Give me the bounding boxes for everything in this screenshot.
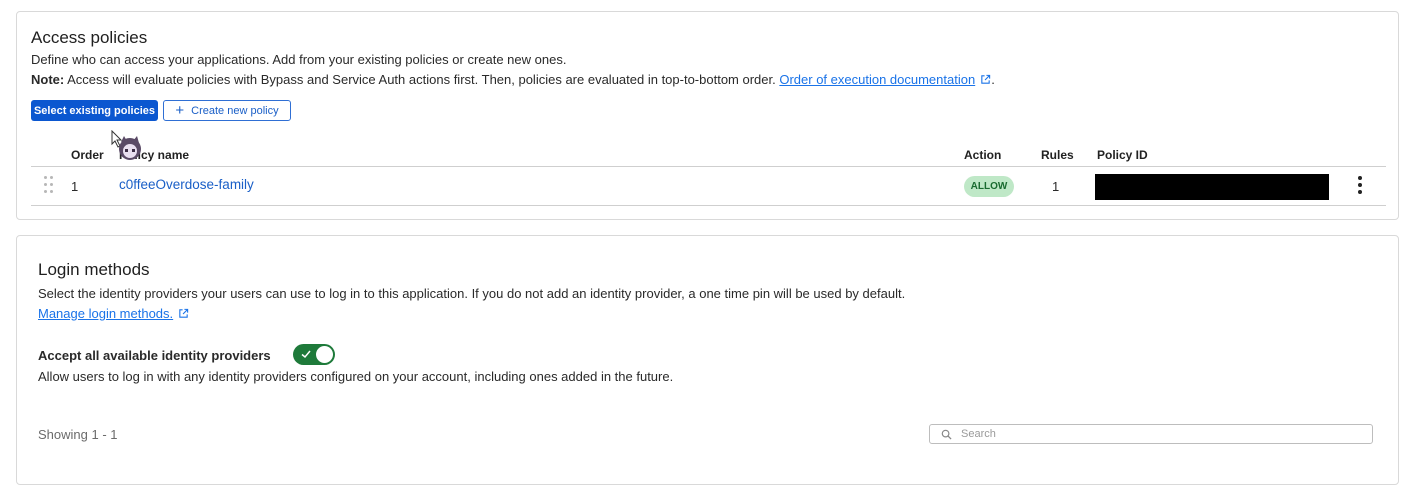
policy-rules-count: 1 xyxy=(1052,179,1060,194)
policy-name-link[interactable]: c0ffeeOverdose-family xyxy=(119,177,254,192)
access-policies-title: Access policies xyxy=(31,28,148,47)
login-methods-title: Login methods xyxy=(38,260,150,279)
access-policies-card: Access policies Define who can access yo… xyxy=(16,11,1399,220)
manage-login-methods: Manage login methods. xyxy=(38,306,189,321)
drag-handle-icon[interactable] xyxy=(44,176,54,196)
accept-providers-description: Allow users to log in with any identity … xyxy=(38,369,674,384)
note-text: Access will evaluate policies with Bypas… xyxy=(64,72,776,87)
table-row-divider xyxy=(31,205,1386,206)
action-badge-allow: ALLOW xyxy=(964,176,1014,197)
external-link-icon[interactable] xyxy=(980,74,991,85)
login-methods-description: Select the identity providers your users… xyxy=(38,286,906,301)
column-header-action[interactable]: Action xyxy=(964,148,1001,162)
showing-count: Showing 1 - 1 xyxy=(38,427,118,442)
note-label: Note: xyxy=(31,72,65,87)
external-link-icon[interactable] xyxy=(178,308,189,319)
kebab-menu-icon[interactable] xyxy=(1357,176,1363,194)
select-existing-policies-button[interactable]: Select existing policies xyxy=(31,100,158,121)
access-policies-note: Note: Access will evaluate policies with… xyxy=(31,72,995,87)
column-header-policy-id[interactable]: Policy ID xyxy=(1097,148,1148,162)
toggle-knob xyxy=(316,346,333,363)
search-input[interactable] xyxy=(961,426,1361,442)
column-header-rules[interactable]: Rules xyxy=(1041,148,1074,162)
column-header-order[interactable]: Order xyxy=(71,148,104,162)
table-header-divider xyxy=(31,166,1386,167)
check-icon xyxy=(301,350,311,359)
accept-providers-label: Accept all available identity providers xyxy=(38,348,271,363)
search-icon xyxy=(941,429,952,440)
policy-order: 1 xyxy=(71,179,79,194)
search-box[interactable] xyxy=(929,424,1373,444)
order-execution-doc-link[interactable]: Order of execution documentation xyxy=(779,72,975,87)
create-new-policy-label: Create new policy xyxy=(191,104,279,117)
note-end: . xyxy=(991,72,995,87)
create-new-policy-button[interactable]: + Create new policy xyxy=(163,100,291,121)
login-methods-card: Login methods Select the identity provid… xyxy=(16,235,1399,485)
manage-login-methods-link[interactable]: Manage login methods. xyxy=(38,306,173,321)
accept-providers-toggle[interactable] xyxy=(293,344,335,365)
access-policies-description: Define who can access your applications.… xyxy=(31,52,567,67)
policy-id-redacted xyxy=(1095,174,1329,200)
plus-icon: + xyxy=(175,102,185,119)
cursor-icon xyxy=(111,130,141,160)
